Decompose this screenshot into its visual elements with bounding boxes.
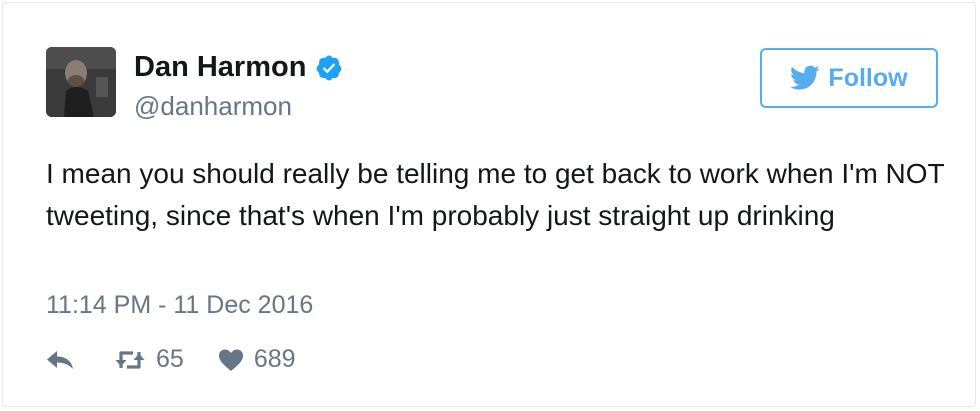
avatar[interactable] — [46, 47, 116, 117]
twitter-bird-icon — [790, 65, 820, 91]
follow-button-label: Follow — [828, 63, 908, 92]
tweet-actions: 65 689 — [46, 345, 296, 374]
tweet-text: I mean you should really be telling me t… — [46, 158, 945, 231]
follow-button[interactable]: Follow — [760, 48, 938, 108]
reply-button[interactable] — [46, 348, 76, 372]
tweet-timestamp[interactable]: 11:14 PM - 11 Dec 2016 — [46, 291, 313, 320]
display-name[interactable]: Dan Harmon — [134, 51, 306, 84]
retweet-icon — [114, 348, 146, 372]
retweet-button[interactable]: 65 — [114, 345, 184, 374]
retweet-count: 65 — [156, 345, 184, 373]
like-button[interactable]: 689 — [218, 345, 296, 374]
like-count: 689 — [253, 345, 296, 373]
verified-icon — [315, 54, 343, 82]
user-handle[interactable]: @danharmon — [134, 91, 292, 122]
heart-icon — [218, 348, 244, 372]
tweet-card: Dan Harmon @danharmon Follow I mean you … — [2, 2, 976, 407]
reply-icon — [46, 348, 76, 372]
name-row: Dan Harmon — [134, 51, 343, 84]
